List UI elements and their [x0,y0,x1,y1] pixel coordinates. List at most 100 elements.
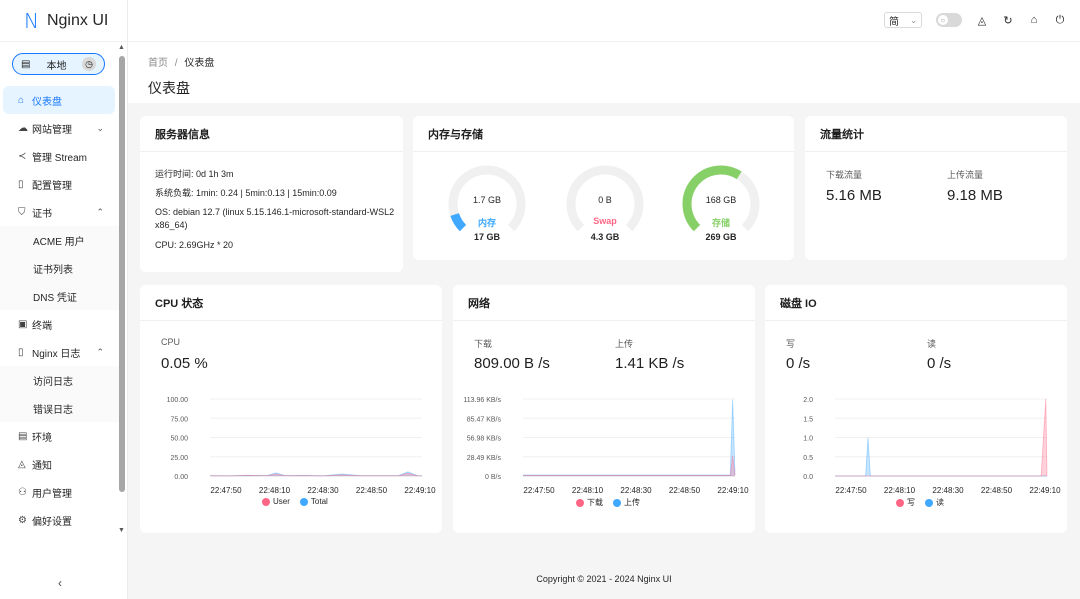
series-line [209,472,423,477]
legend-item[interactable]: 下载 [576,497,603,508]
legend-item[interactable]: 写 [896,497,915,508]
sidebar-item-label: 证书 [32,208,52,220]
y-tick-label: 56.98 KB/s [467,436,502,443]
sidebar-item-label: 管理 Stream [32,152,88,164]
legend-item[interactable]: 读 [925,497,944,508]
sidebar-item-12[interactable]: ▤ 环境 [0,422,120,450]
x-tick-label: 22:47:50 [523,486,555,495]
gauge-total: 4.3 GB [590,232,620,242]
y-tick-label: 0.0 [803,474,813,481]
sidebar-item-13[interactable]: ◬ 通知 [0,450,120,478]
sidebar-item-label: ACME 用户 [33,236,85,248]
breadcrumb-home[interactable]: 首页 [148,58,168,69]
network-download-value: 809.00 B /s [474,355,550,372]
sidebar-item-label: DNS 凭证 [33,292,77,304]
sidebar-scroll-thumb[interactable] [119,56,125,492]
home-icon[interactable]: ⌂ [1028,14,1040,26]
x-tick-label: 22:48:30 [620,486,652,495]
sidebar-item-11[interactable]: 错误日志 [0,394,120,422]
top-header: 简 ⌄ ☼ ◬ ↻ ⌂ ⏻ [128,0,1080,41]
sun-icon: ☼ [938,15,948,25]
server-icon: ▤ [21,58,31,70]
y-tick-label: 28.49 KB/s [467,455,502,462]
sidebar: N Nginx UI ▤ 本地 ◷ ⌂ 仪表盘 ☁ 网站管理 ⌄ ≺ 管理 Stream ▯ 配… [0,0,128,599]
legend-item[interactable]: 上传 [613,497,640,508]
terminal-icon: ▣ [18,318,28,330]
chevron-down-icon: ⌄ [910,15,917,25]
bell-icon[interactable]: ◬ [976,14,988,27]
uptime-text: 运行时间: 0d 1h 3m [155,169,234,179]
sidebar-item-6[interactable]: 证书列表 [0,254,120,282]
disk-read-label: 读 [927,339,937,349]
chevron-up-icon: ⌃ [96,206,104,217]
upload-traffic-label: 上传流量 [947,170,984,180]
gauge-label: Swap [593,216,617,226]
legend-marker [576,498,584,507]
legend-marker [299,497,308,506]
x-tick-label: 22:49:10 [1029,486,1061,495]
sidebar-item-4[interactable]: ⛉ 证书 ⌃ [0,198,120,226]
y-tick-label: 100.00 [167,397,189,404]
y-tick-label: 2.0 [803,397,813,404]
x-tick-label: 22:48:50 [669,486,701,495]
gauge-1: 0 B Swap 4.3 GB [560,162,650,242]
reload-icon[interactable]: ↻ [1002,14,1014,27]
x-tick-label: 22:48:50 [981,486,1013,495]
breadcrumb: 首页 / 仪表盘 [148,54,214,69]
download-traffic-value: 5.16 MB [826,187,882,204]
traffic-title: 流量统计 [805,116,1067,152]
sidebar-item-3[interactable]: ▯ 配置管理 [0,170,120,198]
sidebar-item-label: 错误日志 [33,404,73,416]
legend-label: 下载 [587,498,603,507]
file-text-icon: ▯ [18,346,24,358]
sidebar-item-1[interactable]: ☁ 网站管理 ⌄ [0,114,120,142]
sidebar-item-5[interactable]: ACME 用户 [0,226,120,254]
x-tick-label: 22:48:30 [932,486,964,495]
legend-label: Total [310,497,328,506]
logout-icon[interactable]: ⏻ [1054,14,1066,27]
gauge-2: 168 GB 存储 269 GB [676,162,766,242]
clock-icon[interactable]: ◷ [82,57,96,71]
memory-storage-card: 内存与存储 1.7 GB 内存 17 GB 0 B Swap 4.3 GB 168 GB 存储… [413,116,794,260]
series-area [523,455,735,476]
sidebar-item-15[interactable]: ⚙ 偏好设置 [0,506,120,534]
sidebar-item-9[interactable]: ▯ Nginx 日志 ⌃ [0,338,120,366]
disk-io-chart: 2.0 1.5 1.0 0.5 0.0 22:47:50 22:48:10 22:48:30 2… [803,397,1061,495]
legend-item[interactable]: Total [299,497,328,506]
nginx-logo-icon: N [24,9,39,33]
gauge-0: 1.7 GB 内存 17 GB [442,162,532,242]
collapse-sidebar-icon[interactable]: ‹ [58,576,62,590]
scroll-up-icon[interactable]: ▲ [118,44,125,51]
cpu-value: 0.05 % [161,355,208,372]
y-tick-label: 75.00 [170,416,188,423]
gauge-value: 1.7 GB [472,195,501,205]
environment-label: 本地 [46,60,67,72]
scroll-down-icon[interactable]: ▼ [118,527,125,534]
logo[interactable]: N Nginx UI [24,11,108,31]
disk-io-chart-legend: 写读 [896,497,944,508]
theme-toggle[interactable]: ☼ [936,13,962,27]
footer-copyright: Copyright © 2021 - 2024 Nginx UI [536,574,672,584]
y-tick-label: 113.96 KB/s [463,397,501,404]
download-traffic-label: 下载流量 [826,170,863,180]
language-select[interactable]: 简 ⌄ [884,12,922,28]
sidebar-item-10[interactable]: 访问日志 [0,366,120,394]
sidebar-item-0[interactable]: ⌂ 仪表盘 [3,86,115,114]
legend-marker [896,498,904,507]
sidebar-item-8[interactable]: ▣ 终端 [0,310,120,338]
cpu-chart-legend: User Total [262,497,328,506]
legend-item[interactable]: User [262,497,290,506]
legend-label: User [273,497,290,506]
sidebar-item-7[interactable]: DNS 凭证 [0,282,120,310]
legend-label: 写 [907,498,915,507]
environment-selector[interactable]: ▤ 本地 ◷ [12,53,105,75]
legend-label: 读 [936,498,944,507]
legend-label: 上传 [624,498,640,507]
sidebar-item-2[interactable]: ≺ 管理 Stream [0,142,120,170]
breadcrumb-separator: / [174,58,178,69]
sidebar-item-14[interactable]: ⚇ 用户管理 [0,478,120,506]
load-text: 系统负载: 1min: 0.24 | 5min:0.13 | 15min:0.0… [155,188,337,198]
network-chart: 113.96 KB/s 85.47 KB/s 56.98 KB/s 28.49 KB/… [463,397,749,495]
cpu-text: CPU: 2.69GHz * 20 [155,240,234,250]
gauge-total: 269 GB [705,232,737,242]
